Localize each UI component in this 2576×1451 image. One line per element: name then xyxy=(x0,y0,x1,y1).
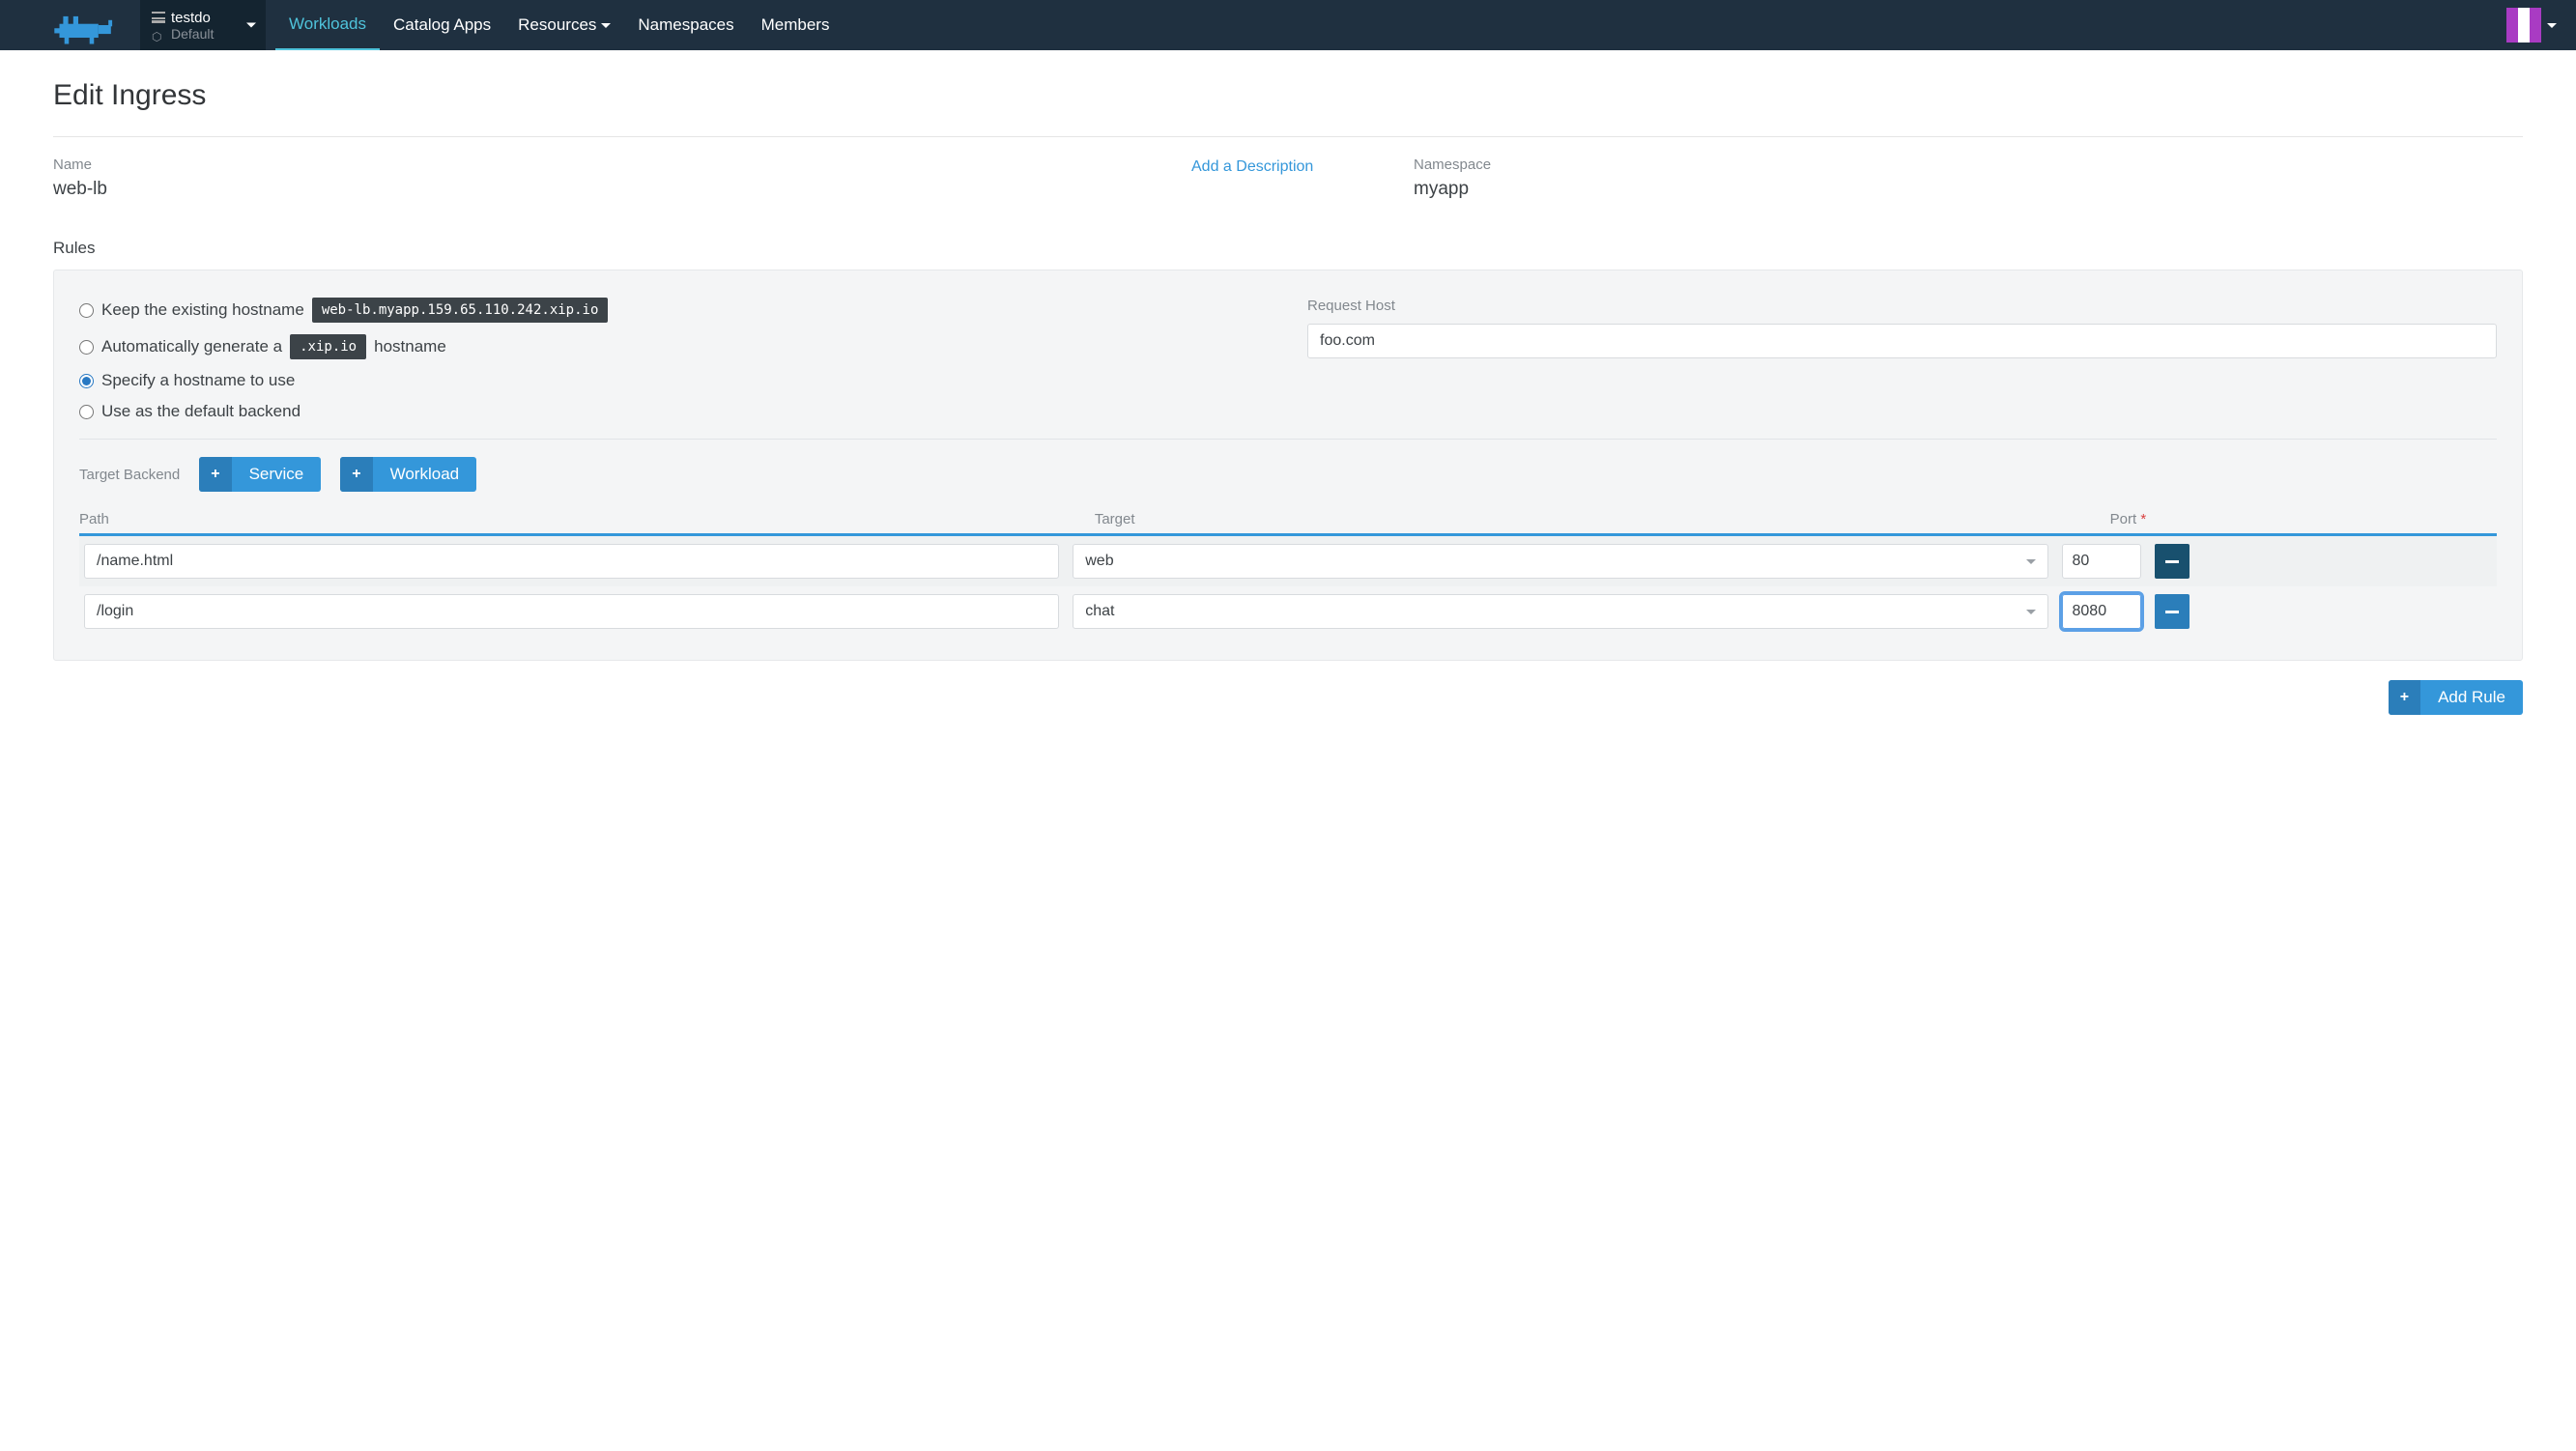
radio-keep-input[interactable] xyxy=(79,303,94,318)
add-workload-button[interactable]: + Workload xyxy=(340,457,476,492)
target-select[interactable]: chat xyxy=(1073,594,2047,629)
target-backend-label: Target Backend xyxy=(79,467,180,483)
table-row: chat xyxy=(79,586,2497,637)
remove-row-button[interactable] xyxy=(2155,594,2190,629)
rancher-logo[interactable] xyxy=(53,6,116,44)
xipio-pill: .xip.io xyxy=(290,334,366,359)
chevron-down-icon xyxy=(601,23,611,28)
host-mode-group: Keep the existing hostname web-lb.myapp.… xyxy=(79,298,1269,421)
target-backend-row: Target Backend + Service + Workload xyxy=(79,457,2497,492)
radio-specify-hostname[interactable]: Specify a hostname to use xyxy=(79,371,1269,390)
plus-icon: + xyxy=(2389,680,2420,715)
nav-namespaces[interactable]: Namespaces xyxy=(624,0,747,50)
nav-links: Workloads Catalog Apps Resources Namespa… xyxy=(275,0,843,50)
request-host-label: Request Host xyxy=(1307,298,2497,314)
add-rule-label: Add Rule xyxy=(2420,680,2523,715)
required-star: * xyxy=(2140,511,2146,527)
remove-row-button[interactable] xyxy=(2155,544,2190,579)
plus-icon: + xyxy=(340,457,372,492)
top-nav: testdo Default Workloads Catalog Apps Re… xyxy=(0,0,2576,50)
radio-default-backend[interactable]: Use as the default backend xyxy=(79,402,1269,421)
table-row: web xyxy=(79,536,2497,586)
port-input[interactable] xyxy=(2062,544,2141,579)
meta-row: Name web-lb Add a Description Namespace … xyxy=(53,156,2523,200)
add-service-label: Service xyxy=(232,457,322,492)
radio-keep-label: Keep the existing hostname xyxy=(101,300,304,320)
namespace-field: Namespace myapp xyxy=(1414,156,2523,200)
user-menu[interactable] xyxy=(2487,0,2576,50)
divider xyxy=(53,136,2523,137)
radio-auto-pre: Automatically generate a xyxy=(101,337,282,356)
namespace-label: Namespace xyxy=(1414,156,2523,173)
nav-catalog[interactable]: Catalog Apps xyxy=(380,0,504,50)
radio-default-input[interactable] xyxy=(79,405,94,419)
rule-box: Keep the existing hostname web-lb.myapp.… xyxy=(53,270,2523,661)
project-icon xyxy=(152,28,165,40)
add-rule-button[interactable]: + Add Rule xyxy=(2389,680,2523,715)
name-field: Name web-lb xyxy=(53,156,1162,200)
nav-workloads[interactable]: Workloads xyxy=(275,0,380,50)
add-service-button[interactable]: + Service xyxy=(199,457,321,492)
col-path-header: Path xyxy=(79,511,1095,527)
target-value: web xyxy=(1085,553,1113,570)
radio-auto-input[interactable] xyxy=(79,340,94,355)
path-input[interactable] xyxy=(84,544,1059,579)
chevron-down-icon xyxy=(2026,559,2036,564)
minus-icon xyxy=(2165,560,2179,563)
name-label: Name xyxy=(53,156,1162,173)
radio-specify-input[interactable] xyxy=(79,374,94,388)
radio-specify-label: Specify a hostname to use xyxy=(101,371,295,390)
path-table-header: Path Target Port * xyxy=(79,511,2497,536)
existing-hostname-pill: web-lb.myapp.159.65.110.242.xip.io xyxy=(312,298,609,323)
add-workload-label: Workload xyxy=(373,457,477,492)
chevron-down-icon xyxy=(246,23,256,28)
rule-top: Keep the existing hostname web-lb.myapp.… xyxy=(79,298,2497,421)
radio-auto-hostname[interactable]: Automatically generate a .xip.io hostnam… xyxy=(79,334,1269,359)
nav-catalog-label: Catalog Apps xyxy=(393,15,491,35)
nav-resources-label: Resources xyxy=(518,15,596,35)
plus-icon: + xyxy=(199,457,231,492)
port-input[interactable] xyxy=(2062,594,2141,629)
divider xyxy=(79,439,2497,440)
bottom-actions: + Add Rule xyxy=(53,680,2523,715)
nav-namespaces-label: Namespaces xyxy=(638,15,733,35)
project-name: Default xyxy=(171,26,214,42)
cluster-icon xyxy=(152,12,165,23)
radio-auto-post: hostname xyxy=(374,337,446,356)
add-description-link[interactable]: Add a Description xyxy=(1191,158,1313,176)
col-port-header: Port * xyxy=(2110,511,2207,527)
target-select[interactable]: web xyxy=(1073,544,2047,579)
nav-workloads-label: Workloads xyxy=(289,14,366,34)
rules-label: Rules xyxy=(53,239,2523,258)
cluster-name: testdo xyxy=(171,10,211,26)
col-target-header: Target xyxy=(1095,511,2110,527)
namespace-value: myapp xyxy=(1414,179,2523,200)
project-selector[interactable]: testdo Default xyxy=(140,0,266,50)
page-title: Edit Ingress xyxy=(53,79,2523,112)
main-content: Edit Ingress Name web-lb Add a Descripti… xyxy=(0,50,2576,744)
radio-default-label: Use as the default backend xyxy=(101,402,301,421)
avatar xyxy=(2506,8,2541,43)
nav-members-label: Members xyxy=(761,15,830,35)
nav-members[interactable]: Members xyxy=(748,0,844,50)
target-value: chat xyxy=(1085,603,1114,620)
request-host-input[interactable] xyxy=(1307,324,2497,358)
chevron-down-icon xyxy=(2026,610,2036,614)
chevron-down-icon xyxy=(2547,23,2557,28)
nav-resources[interactable]: Resources xyxy=(504,0,624,50)
minus-icon xyxy=(2165,611,2179,613)
request-host-field: Request Host xyxy=(1307,298,2497,421)
path-input[interactable] xyxy=(84,594,1059,629)
name-value: web-lb xyxy=(53,179,1162,200)
radio-keep-hostname[interactable]: Keep the existing hostname web-lb.myapp.… xyxy=(79,298,1269,323)
